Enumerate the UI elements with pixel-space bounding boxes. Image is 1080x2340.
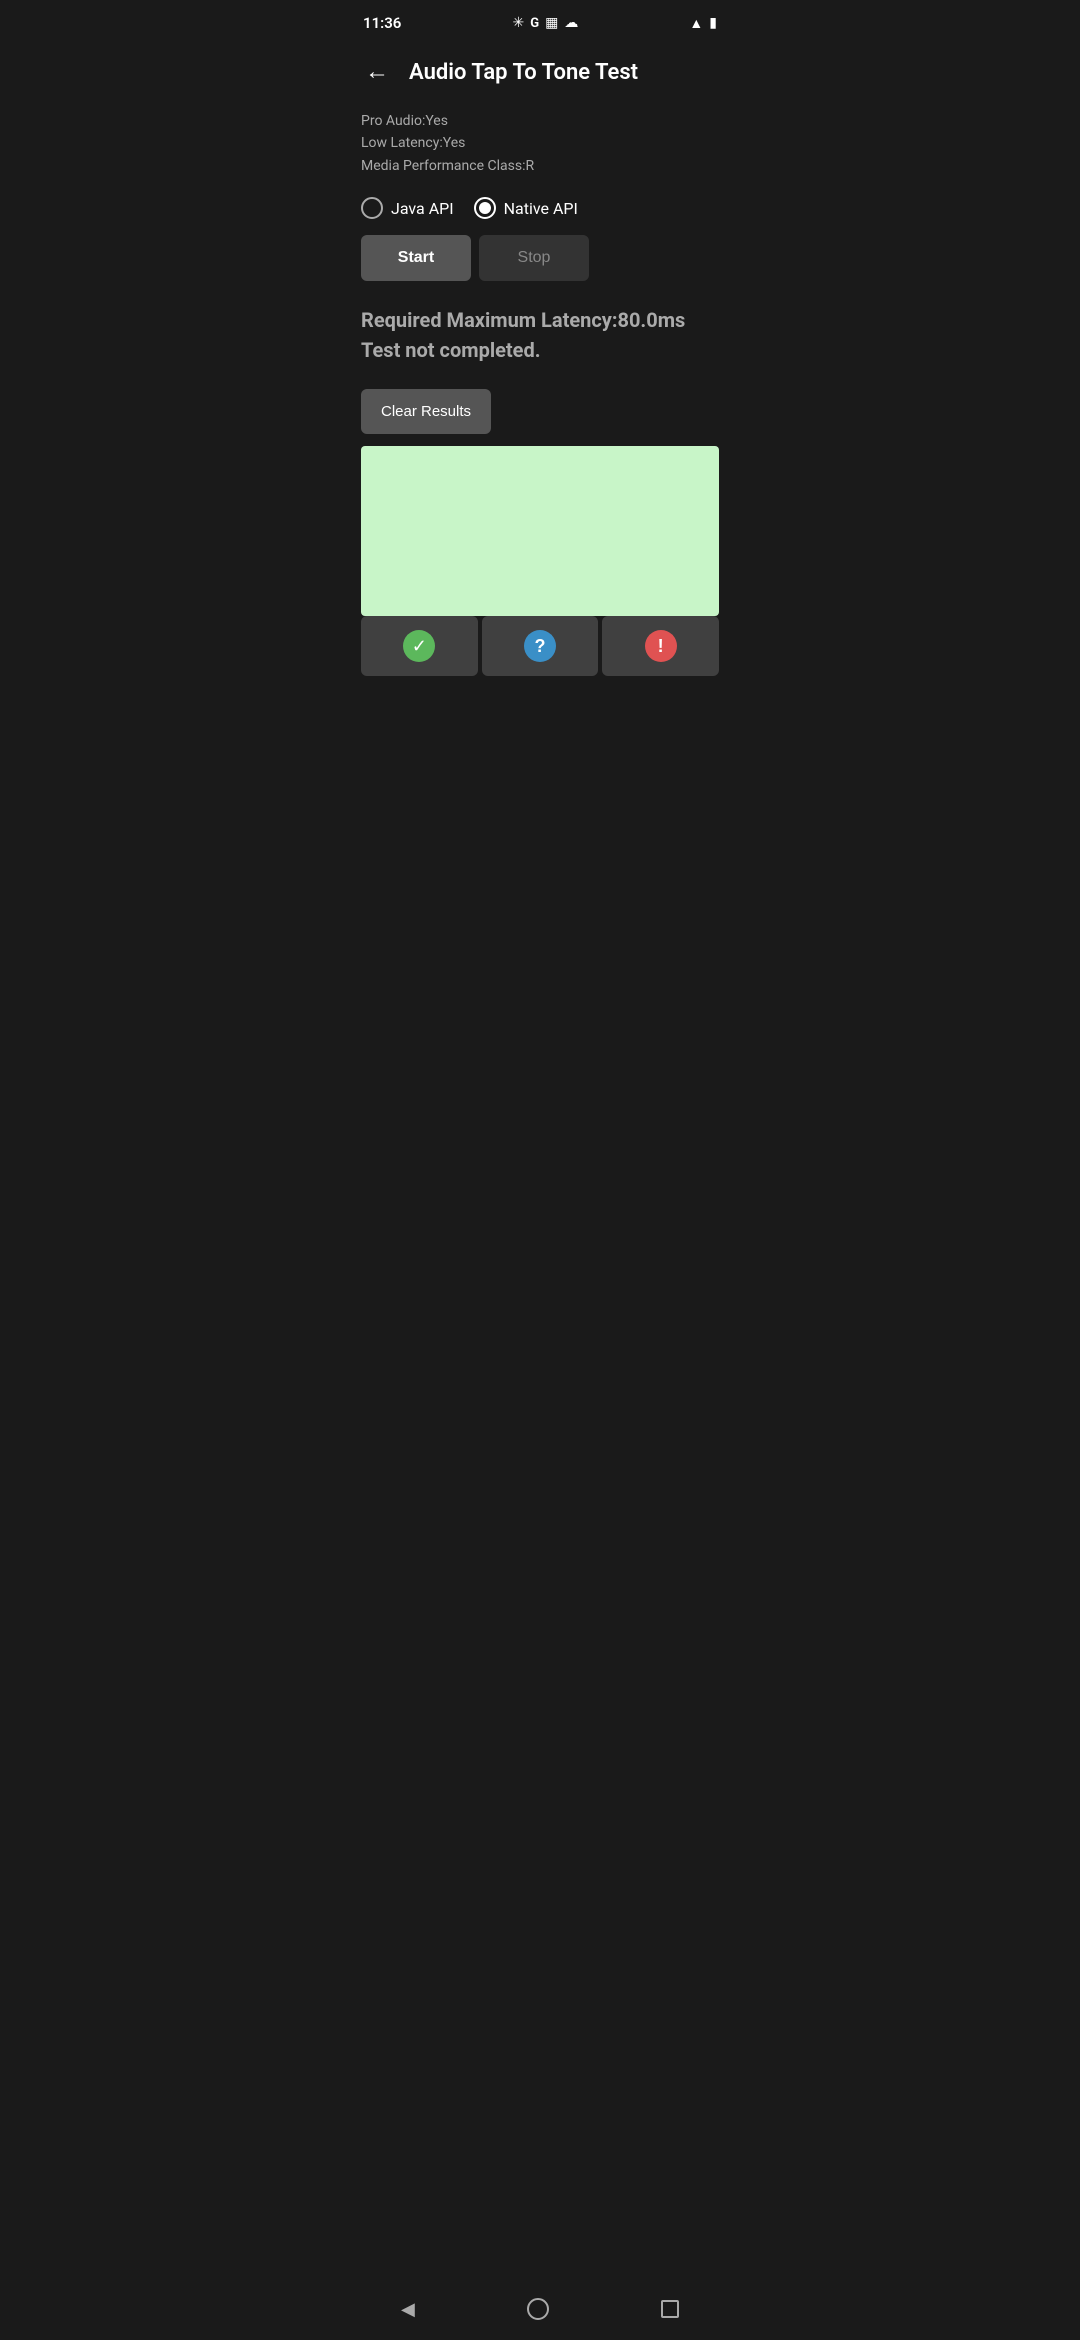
status-icon-row: ✓ ? ! <box>361 616 719 676</box>
page-title: Audio Tap To Tone Test <box>409 60 638 85</box>
status-time: 11:36 <box>363 14 401 32</box>
nav-back-button[interactable]: ◀ <box>401 2299 415 2320</box>
nav-recent-icon <box>661 2300 679 2318</box>
info-line-3: Media Performance Class:R <box>361 155 719 177</box>
buttons-row: Start Stop <box>345 235 735 297</box>
radio-native-label: Native API <box>504 199 578 218</box>
radio-group: Java API Native API <box>345 189 735 235</box>
check-icon: ✓ <box>403 630 435 662</box>
radio-native-inner <box>479 202 491 214</box>
check-button[interactable]: ✓ <box>361 616 478 676</box>
green-result-area <box>361 446 719 616</box>
nav-home-icon <box>527 2298 549 2320</box>
status-icons-left: ✳ G ▦ ☁ <box>512 15 578 31</box>
calendar-icon: ▦ <box>545 15 558 31</box>
info-section: Pro Audio:Yes Low Latency:Yes Media Perf… <box>345 102 735 189</box>
fan-icon: ✳ <box>512 15 524 31</box>
question-button[interactable]: ? <box>482 616 599 676</box>
wifi-icon: ▲ <box>689 15 703 32</box>
result-line2: Test not completed. <box>361 335 719 365</box>
info-line-1: Pro Audio:Yes <box>361 110 719 132</box>
radio-java-label: Java API <box>391 199 454 218</box>
battery-icon: ▮ <box>709 15 717 31</box>
status-icons-right: ▲ ▮ <box>689 15 717 32</box>
radio-java-api[interactable]: Java API <box>361 197 454 219</box>
top-bar: ← Audio Tap To Tone Test <box>345 42 735 102</box>
start-button[interactable]: Start <box>361 235 471 281</box>
radio-native-api[interactable]: Native API <box>474 197 578 219</box>
question-icon: ? <box>524 630 556 662</box>
back-button[interactable]: ← <box>361 54 393 90</box>
info-line-2: Low Latency:Yes <box>361 132 719 154</box>
nav-home-button[interactable] <box>527 2298 549 2320</box>
cloud-icon: ☁ <box>564 15 578 31</box>
exclamation-button[interactable]: ! <box>602 616 719 676</box>
nav-recent-button[interactable] <box>661 2300 679 2318</box>
stop-button[interactable]: Stop <box>479 235 589 281</box>
exclamation-icon: ! <box>645 630 677 662</box>
clear-results-button[interactable]: Clear Results <box>361 389 491 434</box>
result-line1: Required Maximum Latency:80.0ms <box>361 305 719 335</box>
result-section: Required Maximum Latency:80.0ms Test not… <box>345 297 735 389</box>
radio-native-circle <box>474 197 496 219</box>
radio-java-circle <box>361 197 383 219</box>
status-bar: 11:36 ✳ G ▦ ☁ ▲ ▮ <box>345 0 735 42</box>
nav-bar: ◀ <box>345 2284 735 2340</box>
google-icon: G <box>530 16 539 31</box>
